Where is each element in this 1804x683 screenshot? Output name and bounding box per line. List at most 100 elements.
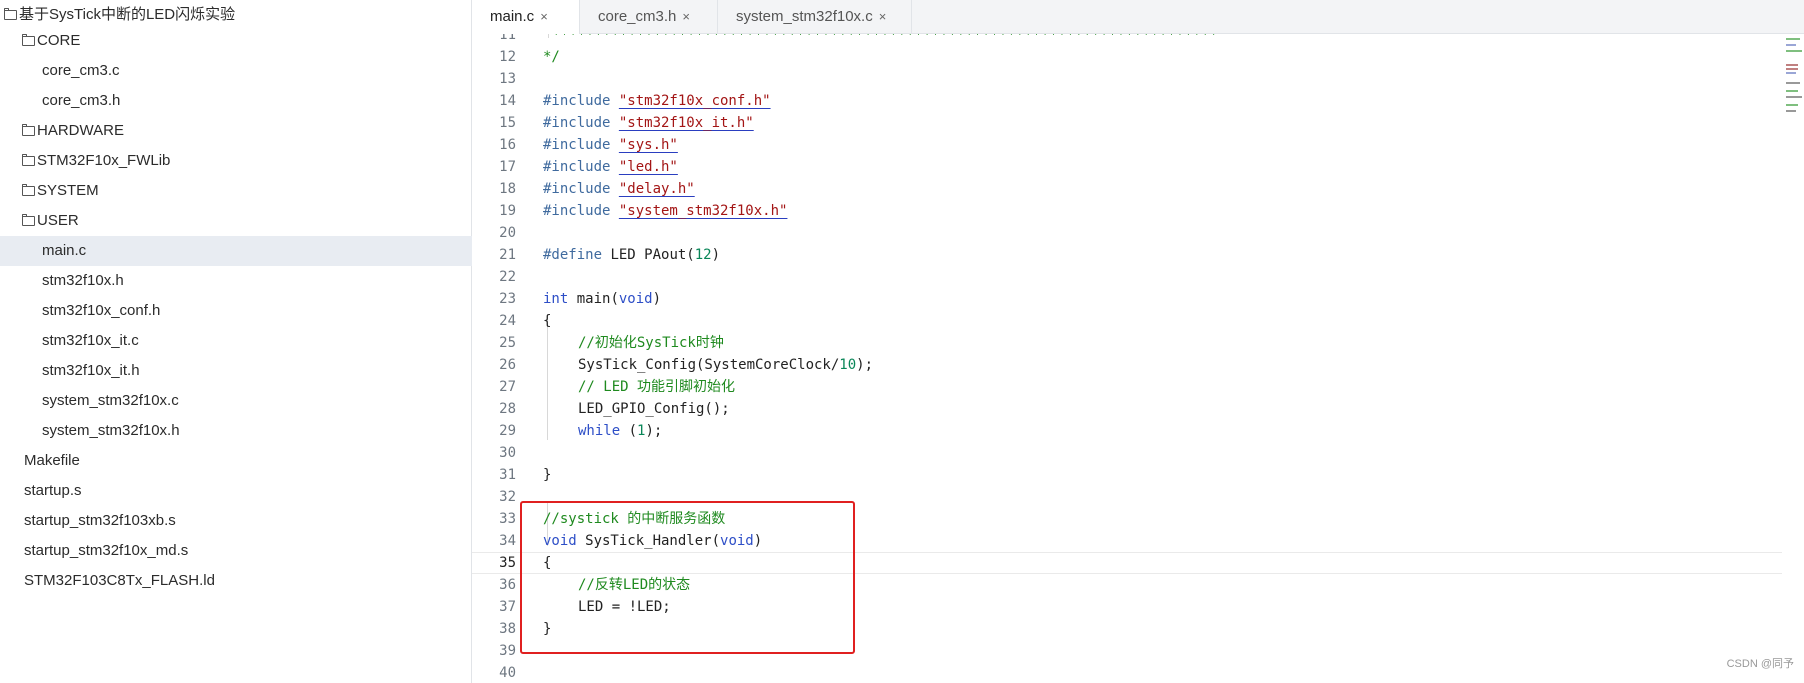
- minimap-line: [1786, 68, 1798, 70]
- line-number: 20: [499, 225, 516, 241]
- preprocessor-token: #include: [543, 93, 619, 109]
- line-number: 37: [499, 599, 516, 615]
- tree-folder-system[interactable]: SYSTEM: [0, 176, 493, 206]
- line-number: 35: [499, 555, 516, 571]
- code-line: 24 {: [472, 310, 1782, 332]
- tab-system-stm32f10x-c[interactable]: system_stm32f10x.c ×: [718, 0, 912, 34]
- code-text: #define LED PAout(12): [543, 244, 720, 266]
- tree-item-label: startup.s: [24, 482, 82, 499]
- code-text: #include "led.h": [543, 156, 678, 178]
- tree-item-label: system_stm32f10x.h: [42, 422, 180, 439]
- line-number: 39: [499, 643, 516, 659]
- include-path-link[interactable]: "delay.h": [619, 181, 695, 197]
- line-number: 30: [499, 445, 516, 461]
- include-path-link[interactable]: "led.h": [619, 159, 678, 175]
- tree-item-label: HARDWARE: [37, 122, 124, 139]
- line-number: 12: [499, 49, 516, 65]
- tree-file-flash-ld[interactable]: STM32F103C8Tx_FLASH.ld: [0, 566, 495, 596]
- keyword-token: while: [578, 423, 621, 439]
- tree-item-label: USER: [37, 212, 79, 229]
- keyword-token: void: [543, 533, 577, 549]
- tree-item-label: main.c: [42, 242, 87, 259]
- code-line: 11 **************************************…: [472, 34, 1782, 46]
- tree-file-stm32f10x-h[interactable]: stm32f10x.h: [0, 266, 513, 296]
- line-number: 15: [499, 115, 516, 131]
- minimap-line: [1786, 90, 1798, 92]
- line-number: 22: [499, 269, 516, 285]
- line-number: 21: [499, 247, 516, 263]
- code-token: SysTick_Handler(: [576, 533, 721, 549]
- code-line: 18 #include "delay.h": [472, 178, 1782, 200]
- code-text: }: [543, 621, 552, 637]
- code-line: 17 #include "led.h": [472, 156, 1782, 178]
- tree-file-stm32f10x-it-h[interactable]: stm32f10x_it.h: [0, 356, 513, 386]
- tab-core-cm3-h[interactable]: core_cm3.h ×: [580, 0, 718, 34]
- code-editor[interactable]: 11 **************************************…: [472, 34, 1804, 683]
- ide-window: 基于SysTick中断的LED闪烁实验 CORE core_cm3.c core…: [0, 0, 1804, 683]
- preprocessor-token: #include: [543, 137, 619, 153]
- code-line: 39: [472, 640, 1782, 662]
- code-line: 20: [472, 222, 1782, 244]
- code-line: 16 #include "sys.h": [472, 134, 1782, 156]
- include-path-link[interactable]: "stm32f10x_it.h": [619, 115, 754, 131]
- minimap-line: [1786, 104, 1798, 106]
- tree-file-system-stm32f10x-h[interactable]: system_stm32f10x.h: [0, 416, 513, 446]
- code-token: );: [856, 357, 874, 373]
- minimap-line: [1786, 38, 1800, 40]
- tree-file-stm32f10x-conf-h[interactable]: stm32f10x_conf.h: [0, 296, 513, 326]
- close-icon[interactable]: ×: [540, 9, 548, 24]
- tree-folder-core[interactable]: CORE: [0, 26, 493, 56]
- code-text: {: [543, 313, 552, 329]
- code-line: 25 //初始化SysTick时钟: [472, 332, 1782, 354]
- line-number: 18: [499, 181, 516, 197]
- line-number: 36: [499, 577, 516, 593]
- code-token: SysTick_Config(SystemCoreClock/: [578, 357, 840, 373]
- tree-item-label: Makefile: [24, 452, 80, 469]
- code-text: while (1);: [578, 420, 662, 442]
- folder-icon: [22, 124, 35, 136]
- code-line: 14 #include "stm32f10x_conf.h": [472, 90, 1782, 112]
- tree-item-label: STM32F103C8Tx_FLASH.ld: [24, 572, 215, 589]
- code-line: 23 int main(void): [472, 288, 1782, 310]
- code-line: 34 void SysTick_Handler(void): [472, 530, 1782, 552]
- tree-item-label: 基于SysTick中断的LED闪烁实验: [19, 6, 236, 23]
- tree-file-stm32f10x-it-c[interactable]: stm32f10x_it.c: [0, 326, 513, 356]
- code-line: 38}: [472, 618, 1782, 640]
- code-line-current: 35 {: [472, 552, 1782, 574]
- tree-item-label: CORE: [37, 32, 81, 49]
- close-icon[interactable]: ×: [682, 9, 690, 24]
- tree-file-startup-xb-s[interactable]: startup_stm32f103xb.s: [0, 506, 495, 536]
- number-literal: 10: [839, 357, 857, 373]
- tree-file-startup-md-s[interactable]: startup_stm32f10x_md.s: [0, 536, 495, 566]
- tab-main-c[interactable]: main.c ×: [472, 0, 580, 35]
- tree-item-label: startup_stm32f103xb.s: [24, 512, 176, 529]
- tree-file-core-cm3-h[interactable]: core_cm3.h: [0, 86, 513, 116]
- code-line: 22: [472, 266, 1782, 288]
- tree-folder-user[interactable]: USER: [0, 206, 493, 236]
- line-number: 14: [499, 93, 516, 109]
- code-line: 36 //反转LED的状态: [472, 574, 1782, 596]
- include-path-link[interactable]: "sys.h": [619, 137, 678, 153]
- code-token: LED PAout(: [602, 247, 695, 263]
- tree-file-startup-s[interactable]: startup.s: [0, 476, 495, 506]
- line-number: 32: [499, 489, 516, 505]
- minimap[interactable]: [1786, 38, 1804, 114]
- minimap-line: [1786, 72, 1796, 74]
- include-path-link[interactable]: "system_stm32f10x.h": [619, 203, 788, 219]
- tree-file-system-stm32f10x-c[interactable]: system_stm32f10x.c: [0, 386, 513, 416]
- close-icon[interactable]: ×: [879, 9, 887, 24]
- minimap-line: [1786, 44, 1796, 46]
- tab-label: core_cm3.h: [598, 8, 677, 25]
- tree-file-main-c[interactable]: main.c: [0, 236, 513, 266]
- code-token: );: [645, 423, 663, 439]
- tree-folder-hardware[interactable]: HARDWARE: [0, 116, 493, 146]
- tree-file-makefile[interactable]: Makefile: [0, 446, 495, 476]
- code-text: #include "system_stm32f10x.h": [543, 200, 787, 222]
- tree-folder-fwlib[interactable]: STM32F10x_FWLib: [0, 146, 493, 176]
- tree-file-core-cm3-c[interactable]: core_cm3.c: [0, 56, 513, 86]
- include-path-link[interactable]: "stm32f10x_conf.h": [619, 93, 771, 109]
- code-token: main(: [568, 291, 619, 307]
- code-line: 28 LED_GPIO_Config();: [472, 398, 1782, 420]
- code-text: SysTick_Config(SystemCoreClock/10);: [578, 354, 873, 376]
- line-number: 11: [499, 34, 516, 43]
